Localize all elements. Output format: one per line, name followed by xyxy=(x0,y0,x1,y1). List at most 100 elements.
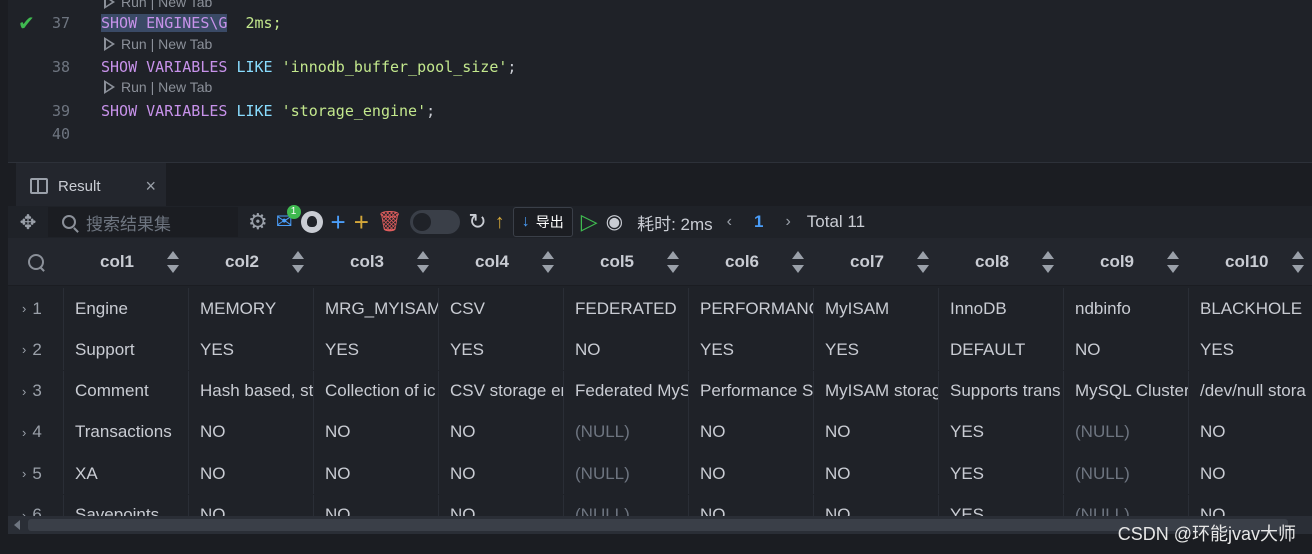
table-cell[interactable]: Hash based, st xyxy=(189,370,314,412)
sort-icon[interactable] xyxy=(917,251,929,273)
sort-icon[interactable] xyxy=(792,251,804,273)
table-cell[interactable]: NO xyxy=(439,411,564,453)
table-cell[interactable]: NO xyxy=(814,494,939,516)
scroll-thumb[interactable] xyxy=(28,519,1288,531)
table-cell[interactable]: NO xyxy=(189,453,314,495)
row-index[interactable]: › 2 xyxy=(8,329,64,371)
row-index[interactable]: › 5 xyxy=(8,453,64,495)
table-cell[interactable]: YES xyxy=(689,329,814,371)
sort-icon[interactable] xyxy=(667,251,679,273)
trash-icon[interactable]: 🗑 xyxy=(377,211,402,233)
table-cell[interactable]: YES xyxy=(314,329,439,371)
chevron-right-icon[interactable]: › xyxy=(22,425,26,440)
chevron-right-icon[interactable]: › xyxy=(22,508,26,517)
table-row[interactable]: › 3 Comment Hash based, st Collection of ic C… xyxy=(8,370,1312,412)
table-cell[interactable]: (NULL) xyxy=(1064,494,1189,516)
table-cell[interactable]: NO xyxy=(1064,329,1189,371)
column-header[interactable]: col5 xyxy=(564,238,689,286)
move-icon[interactable]: ✥ xyxy=(8,210,48,235)
table-row[interactable]: › 4 Transactions NO NO NO (NULL) NO NO YES (NULL) N… xyxy=(8,411,1312,453)
table-cell[interactable]: YES xyxy=(939,453,1064,495)
table-cell[interactable]: MyISAM storag xyxy=(814,370,939,412)
chevron-right-icon[interactable]: › xyxy=(22,384,26,399)
sql-editor[interactable]: Run | New Tab ✔ 37 SHOW ENGINES\G 2ms; R… xyxy=(0,0,1312,162)
table-cell[interactable]: NO xyxy=(1189,412,1312,453)
table-cell[interactable]: Transactions xyxy=(64,411,189,453)
arrow-up-icon[interactable]: ↑ xyxy=(495,211,505,233)
mail-icon[interactable]: ✉ 1 xyxy=(276,205,301,233)
column-header[interactable]: col7 xyxy=(814,238,939,286)
table-cell[interactable]: Performance S xyxy=(689,370,814,412)
row-index[interactable]: › 6 xyxy=(8,494,64,517)
table-cell[interactable]: (NULL) xyxy=(564,494,689,516)
chevron-right-icon[interactable]: › xyxy=(22,466,26,481)
table-cell[interactable]: YES xyxy=(814,329,939,371)
github-icon[interactable] xyxy=(300,211,323,233)
table-cell[interactable]: NO xyxy=(1189,453,1312,494)
table-cell[interactable]: NO xyxy=(189,411,314,453)
row-index[interactable]: › 1 xyxy=(8,288,64,329)
search-input[interactable]: 搜索结果集 xyxy=(48,207,238,237)
table-cell[interactable]: CSV storage er xyxy=(439,370,564,412)
table-cell[interactable]: Support xyxy=(64,329,189,371)
table-cell[interactable]: Engine xyxy=(64,288,189,329)
table-cell[interactable]: /dev/null stora xyxy=(1189,371,1312,412)
gear-icon[interactable]: ⚙ xyxy=(248,211,268,233)
table-cell[interactable]: NO xyxy=(814,453,939,495)
column-header[interactable]: col6 xyxy=(689,238,814,286)
table-cell[interactable]: MyISAM xyxy=(814,288,939,329)
table-cell[interactable]: NO xyxy=(314,453,439,495)
table-cell[interactable]: Collection of ic xyxy=(314,370,439,412)
table-cell[interactable]: (NULL) xyxy=(1064,453,1189,495)
table-cell[interactable]: Comment xyxy=(64,370,189,412)
run-icon[interactable]: ▷ xyxy=(581,211,598,233)
table-cell[interactable]: NO xyxy=(314,411,439,453)
table-cell[interactable]: NO xyxy=(314,494,439,516)
table-cell[interactable]: NO xyxy=(1189,495,1312,516)
horizontal-scrollbar[interactable] xyxy=(8,516,1312,534)
column-header[interactable]: col2 xyxy=(189,238,314,286)
table-cell[interactable]: MySQL Cluster xyxy=(1064,370,1189,412)
chevron-left-icon[interactable]: ‹ xyxy=(727,213,732,231)
sort-icon[interactable] xyxy=(292,251,304,273)
page-number[interactable]: 1 xyxy=(754,212,763,232)
column-header[interactable]: col8 xyxy=(939,238,1064,286)
sort-icon[interactable] xyxy=(1167,251,1179,273)
table-cell[interactable]: MEMORY xyxy=(189,288,314,329)
table-cell[interactable]: NO xyxy=(439,453,564,495)
table-cell[interactable]: FEDERATED xyxy=(564,288,689,329)
row-index[interactable]: › 3 xyxy=(8,370,64,412)
table-row[interactable]: › 6 Savepoints NO NO NO (NULL) NO NO YES (NULL) NO xyxy=(8,494,1312,517)
table-cell[interactable]: Federated MyS xyxy=(564,370,689,412)
table-cell[interactable]: ndbinfo xyxy=(1064,288,1189,329)
column-header[interactable]: col4 xyxy=(439,238,564,286)
table-cell[interactable]: YES xyxy=(1189,329,1312,370)
sort-icon[interactable] xyxy=(1292,251,1304,273)
table-row[interactable]: › 1 Engine MEMORY MRG_MYISAM CSV FEDERATED PERF… xyxy=(8,288,1312,329)
table-cell[interactable]: NO xyxy=(439,494,564,516)
chevron-right-icon[interactable]: › xyxy=(22,301,26,316)
add-column-icon[interactable]: + xyxy=(354,209,369,235)
table-cell[interactable]: (NULL) xyxy=(564,453,689,495)
refresh-icon[interactable]: ↻ xyxy=(468,211,486,233)
codelens-run-39[interactable]: Run | New Tab xyxy=(104,79,212,95)
chevron-right-icon[interactable]: › xyxy=(22,342,26,357)
column-header[interactable]: col1 xyxy=(64,238,189,286)
table-cell[interactable]: BLACKHOLE xyxy=(1189,288,1312,329)
table-cell[interactable]: DEFAULT xyxy=(939,329,1064,371)
chevron-right-icon[interactable]: › xyxy=(785,213,790,231)
table-cell[interactable]: PERFORMANC xyxy=(689,288,814,329)
table-cell[interactable]: (NULL) xyxy=(1064,411,1189,453)
codelens-run-37[interactable]: Run | New Tab xyxy=(104,0,212,10)
tab-result[interactable]: Result × xyxy=(16,163,166,207)
column-header[interactable]: col3 xyxy=(314,238,439,286)
table-cell[interactable]: NO xyxy=(689,411,814,453)
table-cell[interactable]: NO xyxy=(814,411,939,453)
table-cell[interactable]: NO xyxy=(689,453,814,495)
toggle-switch[interactable] xyxy=(410,210,461,234)
sort-icon[interactable] xyxy=(417,251,429,273)
column-header[interactable]: col9 xyxy=(1064,238,1189,286)
table-cell[interactable]: Savepoints xyxy=(64,494,189,516)
sort-icon[interactable] xyxy=(167,251,179,273)
table-cell[interactable]: XA xyxy=(64,453,189,495)
